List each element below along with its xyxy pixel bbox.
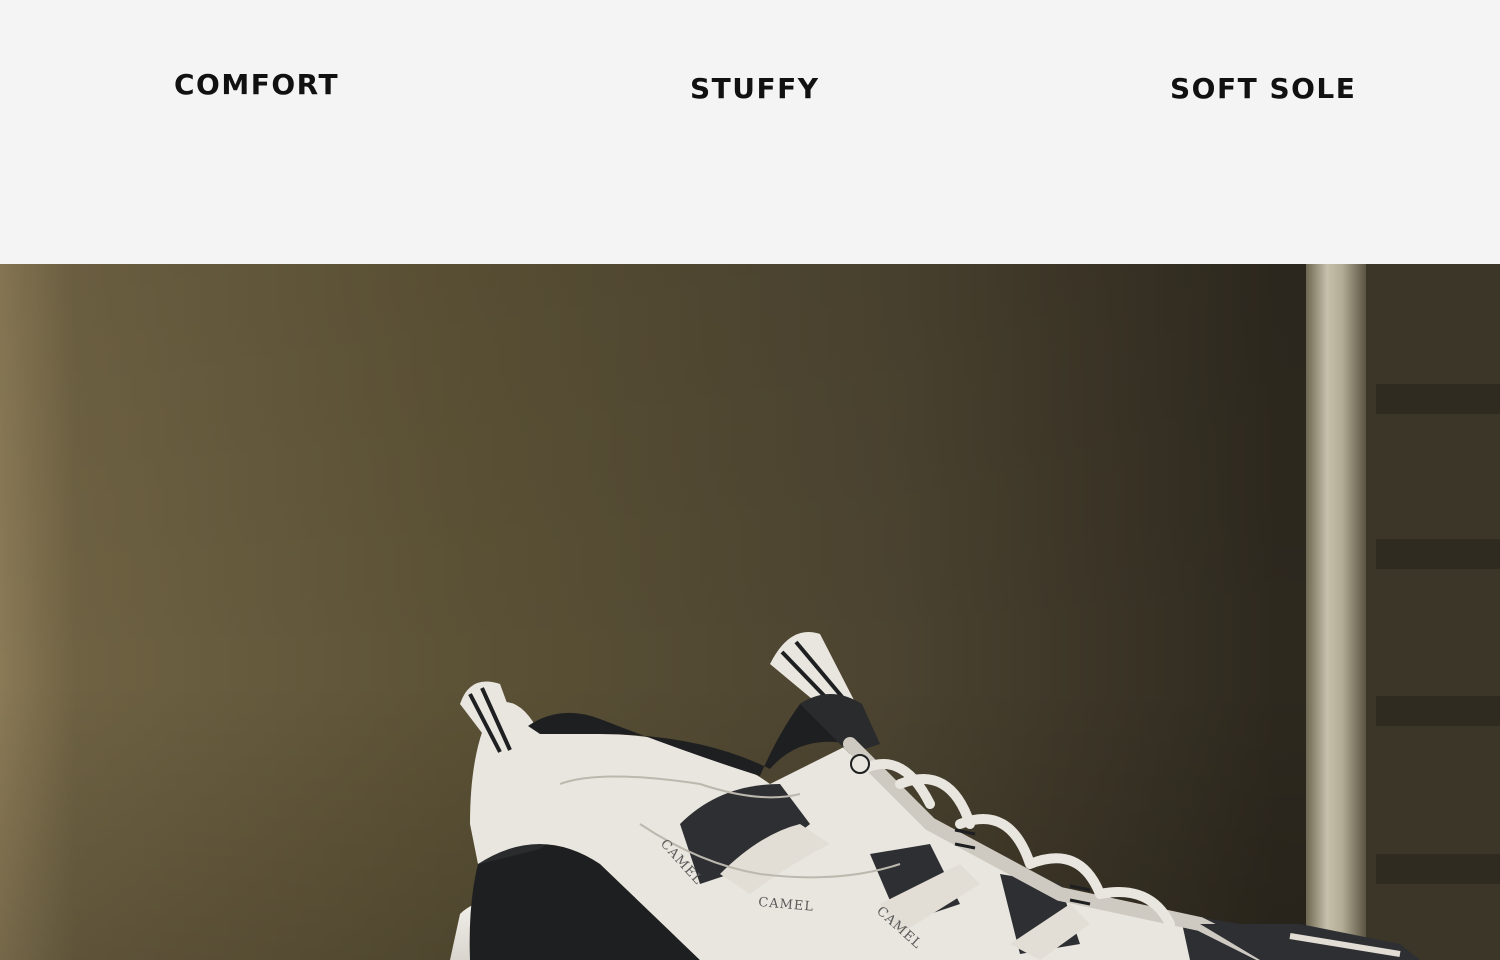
feature-stuffy: STUFFY xyxy=(690,72,820,105)
sneaker-photo-illustration: CAMEL CAMEL CAMEL xyxy=(0,264,1500,960)
door-frame xyxy=(1306,264,1366,960)
feature-comfort: COMFORT xyxy=(174,68,340,101)
feature-soft-sole: SOFT SOLE xyxy=(1170,72,1357,105)
product-photo: CAMEL CAMEL CAMEL xyxy=(0,264,1500,960)
feature-band: COMFORT STUFFY SOFT SOLE xyxy=(0,0,1500,264)
